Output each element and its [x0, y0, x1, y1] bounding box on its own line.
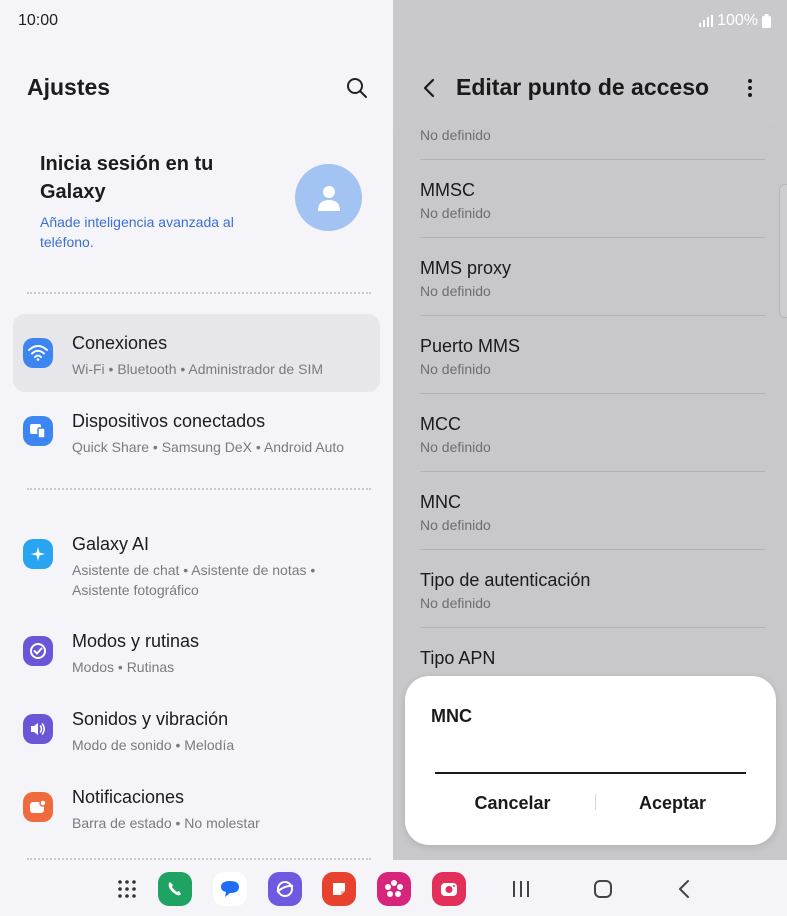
settings-item-connections[interactable]: Conexiones Wi-Fi • Bluetooth • Administr…	[13, 314, 380, 392]
settings-item-modes-routines[interactable]: Modos y rutinas Modos • Rutinas	[13, 612, 380, 690]
app-drawer-icon[interactable]	[117, 879, 137, 899]
settings-item-subtitle: Asistente de chat • Asistente de notas •…	[72, 562, 316, 598]
settings-item-subtitle: Quick Share • Samsung DeX • Android Auto	[72, 439, 345, 455]
settings-item-connected-devices[interactable]: Dispositivos conectados Quick Share • Sa…	[13, 392, 380, 470]
recent-apps-icon[interactable]	[508, 876, 534, 902]
settings-item-title: Modos y rutinas	[72, 631, 200, 651]
settings-item-subtitle: Modo de sonido • Melodía	[72, 737, 235, 753]
back-arrow-icon[interactable]	[418, 76, 442, 100]
cancel-button[interactable]: Cancelar	[445, 786, 580, 820]
page-title: Ajustes	[27, 74, 111, 100]
apn-row-mms-port[interactable]: Puerto MMS No definido	[420, 316, 765, 394]
settings-item-title: Dispositivos conectados	[72, 411, 266, 431]
settings-item-title: Sonidos y vibración	[72, 709, 229, 729]
apn-row-value: No definido	[420, 127, 491, 143]
signal-icon	[699, 15, 714, 27]
home-icon[interactable]	[590, 876, 616, 902]
wifi-icon	[23, 338, 53, 368]
divider	[27, 292, 371, 294]
account-subtitle: Añade inteligencia avanzada al teléfono.	[40, 214, 234, 250]
battery-icon	[762, 14, 771, 28]
notification-icon	[23, 792, 53, 822]
settings-pane: 10:00 Ajustes Inicia sesión en tu Galaxy…	[0, 0, 393, 860]
apn-row-label: Tipo APN	[420, 648, 496, 668]
mnc-input[interactable]	[435, 746, 746, 774]
apn-row-value: No definido	[420, 283, 491, 299]
messages-app-icon[interactable]	[213, 872, 247, 906]
settings-item-galaxy-ai[interactable]: Galaxy AI Asistente de chat • Asistente …	[13, 515, 380, 598]
camera-app-icon[interactable]	[432, 872, 466, 906]
apn-row-mms-proxy[interactable]: MMS proxy No definido	[420, 238, 765, 316]
avatar[interactable]	[295, 164, 362, 231]
settings-item-subtitle: Modos • Rutinas	[72, 659, 175, 675]
status-time: 10:00	[18, 12, 59, 29]
apn-row-auth-type[interactable]: Tipo de autenticación No definido	[420, 550, 765, 628]
account-title: Inicia sesión en tu Galaxy	[40, 153, 214, 203]
status-indicators: 100%	[699, 12, 771, 30]
mnc-dialog: MNC Cancelar Aceptar	[405, 676, 776, 845]
check-circle-icon	[23, 636, 53, 666]
notes-app-icon[interactable]	[322, 872, 356, 906]
gallery-app-icon[interactable]	[377, 872, 411, 906]
phone-app-icon[interactable]	[158, 872, 192, 906]
speaker-icon	[23, 714, 53, 744]
settings-item-title: Conexiones	[72, 333, 168, 353]
apn-row-value: No definido	[420, 517, 491, 533]
apn-row-mnc[interactable]: MNC No definido	[420, 472, 765, 550]
internet-app-icon[interactable]	[268, 872, 302, 906]
apn-row-label: MNC	[420, 492, 461, 512]
person-icon	[317, 185, 340, 211]
apn-row-mcc[interactable]: MCC No definido	[420, 394, 765, 472]
apn-row-mmsc[interactable]: MMSC No definido	[420, 160, 765, 238]
apn-row-label: Puerto MMS	[420, 336, 521, 356]
apn-row[interactable]: No definido	[420, 122, 765, 160]
apn-row-value: No definido	[420, 439, 491, 455]
apn-row-label: MMS proxy	[420, 258, 512, 278]
more-options-icon[interactable]	[740, 76, 760, 100]
settings-item-subtitle: Wi-Fi • Bluetooth • Administrador de SIM	[72, 361, 324, 377]
settings-item-notifications[interactable]: Notificaciones Barra de estado • No mole…	[13, 768, 380, 846]
back-nav-icon[interactable]	[672, 876, 698, 902]
settings-item-title: Galaxy AI	[72, 534, 150, 554]
settings-item-subtitle: Barra de estado • No molestar	[72, 815, 260, 831]
account-signin[interactable]: Inicia sesión en tu Galaxy Añade intelig…	[40, 150, 280, 252]
apn-row-label: MMSC	[420, 180, 475, 200]
settings-item-title: Notificaciones	[72, 787, 185, 807]
sparkle-icon	[23, 539, 53, 569]
apn-row-value: No definido	[420, 361, 491, 377]
apn-row-label: Tipo de autenticación	[420, 570, 591, 590]
settings-item-sounds[interactable]: Sonidos y vibración Modo de sonido • Mel…	[13, 690, 380, 768]
scrollbar[interactable]	[779, 184, 787, 318]
apn-row-value: No definido	[420, 205, 491, 221]
apn-row-value: No definido	[420, 595, 491, 611]
devices-icon	[23, 416, 53, 446]
battery-percent: 100%	[717, 12, 758, 29]
accept-button[interactable]: Aceptar	[605, 786, 740, 820]
apn-page-title: Editar punto de acceso	[456, 74, 710, 100]
dialog-title: MNC	[431, 706, 472, 726]
divider	[27, 488, 371, 490]
apn-row-label: MCC	[420, 414, 461, 434]
button-separator	[595, 794, 596, 810]
search-icon[interactable]	[345, 76, 369, 100]
